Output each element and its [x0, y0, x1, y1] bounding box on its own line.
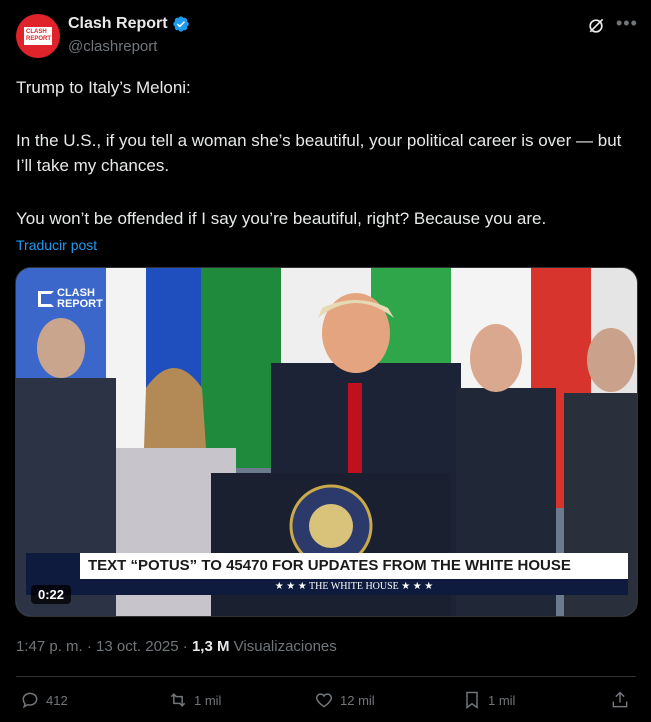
divider — [16, 676, 636, 677]
avatar[interactable]: CLASH REPORT — [16, 14, 60, 58]
tweet-paragraph: You won’t be offended if I say you’re be… — [16, 209, 547, 228]
views-count: 1,3 M — [191, 638, 230, 655]
tweet-text: Trump to Italy’s Meloni: In the U.S., if… — [16, 75, 636, 231]
meta-separator: · — [182, 638, 192, 655]
meta-separator: · — [86, 638, 97, 655]
watermark-logo — [38, 291, 54, 307]
author-display-name[interactable]: Clash Report — [68, 15, 168, 33]
verified-badge-icon[interactable] — [172, 15, 190, 33]
like-count: 12 mil — [340, 692, 375, 708]
views-label: Visualizaciones — [233, 638, 337, 655]
bookmark-icon — [466, 691, 478, 709]
grok-icon[interactable] — [586, 16, 606, 36]
tweet-time[interactable]: 1:47 p. m. — [16, 638, 83, 655]
reply-button[interactable]: 412 — [20, 690, 68, 710]
tweet-meta: 1:47 p. m. · 13 oct. 2025 · 1,3 M Visual… — [16, 638, 337, 655]
video-player[interactable]: CLASH REPORT TEXT “POTUS” TO 45470 FOR U… — [15, 267, 638, 617]
tweet-date[interactable]: 13 oct. 2025 — [96, 638, 179, 655]
bookmark-button[interactable]: 1 mil — [462, 690, 515, 710]
more-icon[interactable]: ••• — [616, 14, 637, 36]
bookmark-count: 1 mil — [488, 692, 516, 708]
reply-icon — [22, 692, 38, 709]
author-handle[interactable]: @clashreport — [68, 38, 157, 55]
like-icon — [315, 693, 333, 708]
video-duration: 0:22 — [31, 585, 72, 604]
tweet-paragraph: Trump to Italy’s Meloni: — [16, 78, 191, 97]
repost-count: 1 mil — [194, 692, 222, 708]
watermark-line2: REPORT — [57, 298, 103, 310]
action-bar: 412 1 mil 12 mil 1 mil — [16, 690, 636, 716]
repost-icon — [170, 693, 186, 707]
tweet-header: CLASH REPORT Clash Report @clashreport •… — [16, 12, 637, 60]
share-button[interactable] — [610, 690, 630, 710]
tweet-paragraph: In the U.S., if you tell a woman she’s b… — [16, 131, 622, 175]
translate-link[interactable]: Traducir post — [16, 237, 97, 253]
repost-button[interactable]: 1 mil — [168, 690, 221, 710]
like-button[interactable]: 12 mil — [314, 690, 375, 710]
lower-third-banner: TEXT “POTUS” TO 45470 FOR UPDATES FROM T… — [80, 553, 628, 579]
reply-count: 412 — [46, 692, 68, 708]
watermark: CLASH REPORT — [38, 288, 103, 310]
avatar-logo: CLASH REPORT — [24, 27, 52, 45]
share-icon — [612, 691, 628, 708]
name-row: Clash Report — [68, 15, 190, 33]
lower-third-subtitle: ★ ★ ★ THE WHITE HOUSE ★ ★ ★ — [80, 579, 628, 595]
